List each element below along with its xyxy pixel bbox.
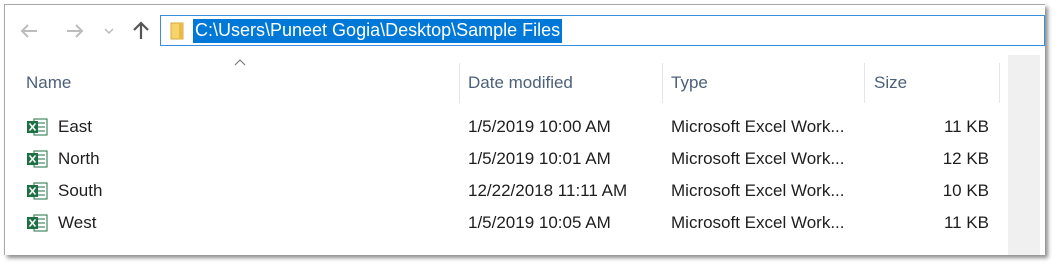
file-explorer-window: C:\Users\Puneet Gogia\Desktop\Sample Fil… [4,4,1045,255]
file-date-modified: 12/22/2018 11:11 AM [468,181,628,200]
file-date-modified: 1/5/2019 10:01 AM [468,149,611,168]
column-header-name[interactable]: Name [26,63,456,103]
excel-file-icon [26,175,48,207]
excel-file-icon [26,207,48,239]
back-button[interactable] [15,17,43,45]
file-name: West [58,213,97,232]
arrow-right-icon [67,24,84,38]
file-row[interactable]: West 1/5/2019 10:05 AM Microsoft Excel W… [5,207,1005,239]
recent-locations-button[interactable] [101,17,117,45]
vertical-scrollbar[interactable] [1008,55,1040,255]
file-date-modified: 1/5/2019 10:05 AM [468,213,611,232]
up-button[interactable] [127,17,155,45]
column-divider[interactable] [999,63,1000,103]
forward-button[interactable] [61,17,89,45]
file-type: Microsoft Excel Work... [671,213,845,232]
excel-file-icon [26,111,48,143]
file-size: 12 KB [942,149,989,168]
excel-file-icon [26,143,48,175]
column-header-size-label: Size [874,73,908,92]
file-size: 11 KB [943,213,989,232]
address-bar[interactable]: C:\Users\Puneet Gogia\Desktop\Sample Fil… [160,15,1045,46]
column-header-date-modified[interactable]: Date modified [468,63,658,103]
chevron-down-icon [104,28,114,35]
column-divider[interactable] [662,63,663,103]
column-divider[interactable] [459,63,460,103]
file-type: Microsoft Excel Work... [671,181,845,200]
file-date-modified: 1/5/2019 10:00 AM [468,117,611,136]
file-size: 10 KB [942,181,989,200]
address-path[interactable]: C:\Users\Puneet Gogia\Desktop\Sample Fil… [193,18,563,43]
file-row[interactable]: North 1/5/2019 10:01 AM Microsoft Excel … [5,143,1005,175]
file-name: South [58,181,103,200]
folder-icon [170,22,184,40]
file-row[interactable]: East 1/5/2019 10:00 AM Microsoft Excel W… [5,111,1005,143]
file-name: East [58,117,93,136]
column-divider[interactable] [864,63,865,103]
file-row[interactable]: South 12/22/2018 11:11 AM Microsoft Exce… [5,175,1005,207]
column-header-type[interactable]: Type [671,63,861,103]
arrow-left-icon [20,24,37,38]
column-header-size[interactable]: Size [874,63,994,103]
file-name: North [58,149,100,168]
file-type: Microsoft Excel Work... [671,149,845,168]
file-type: Microsoft Excel Work... [671,117,845,136]
arrow-up-icon [133,21,149,39]
column-header-type-label: Type [671,73,708,92]
column-header-date-label: Date modified [468,73,573,92]
file-size: 11 KB [943,117,989,136]
column-header-name-label: Name [26,73,72,92]
